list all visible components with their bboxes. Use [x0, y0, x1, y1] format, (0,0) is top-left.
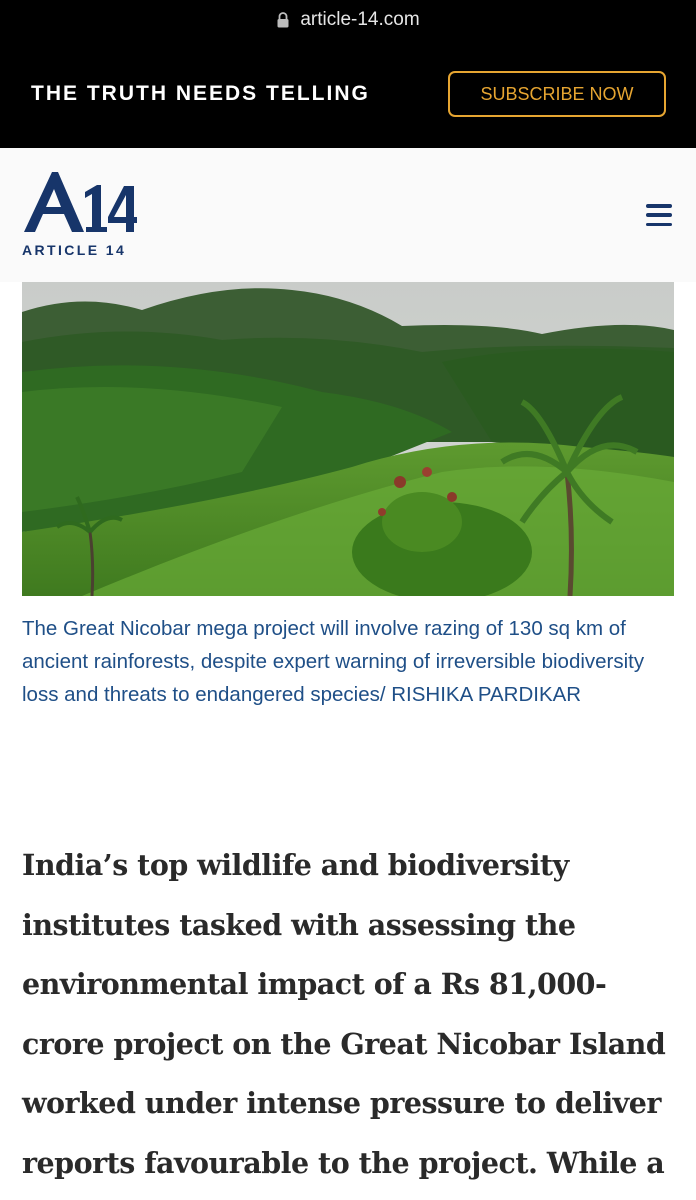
article-line: crore project on the Great Nicobar Islan… — [22, 1026, 666, 1061]
menu-bar-line — [646, 222, 672, 226]
a14-logo-mark — [24, 172, 137, 232]
subscribe-button[interactable]: SUBSCRIBE NOW — [448, 71, 666, 117]
logo-wordmark: ARTICLE 14 — [22, 242, 127, 258]
lock-icon — [276, 12, 290, 28]
article-line: worked under intense pressure to deliver — [22, 1086, 661, 1120]
url-text: article-14.com — [300, 9, 420, 30]
article-line: institutes tasked with assessing the — [22, 907, 576, 942]
promo-bar: THE TRUTH NEEDS TELLING SUBSCRIBE NOW — [0, 40, 696, 148]
browser-url-bar[interactable]: article-14.com — [0, 0, 696, 40]
menu-bar-line — [646, 213, 672, 217]
photo-caption: The Great Nicobar mega project will invo… — [22, 617, 645, 706]
menu-bar-line — [646, 204, 672, 208]
rainforest-photo — [22, 282, 674, 596]
article-line: reports favourable to the project. While… — [22, 1145, 665, 1180]
article-line: India’s top wildlife and biodiversity — [22, 848, 569, 882]
site-header: ARTICLE 14 — [0, 148, 696, 282]
article-line: environmental impact of a Rs 81,000- — [22, 967, 607, 1001]
article-lede: India’s top wildlife and biodiversity in… — [22, 836, 682, 1193]
hamburger-menu-icon[interactable] — [646, 202, 674, 228]
site-logo[interactable]: ARTICLE 14 — [22, 170, 137, 260]
promo-tagline: THE TRUTH NEEDS TELLING — [31, 82, 370, 105]
